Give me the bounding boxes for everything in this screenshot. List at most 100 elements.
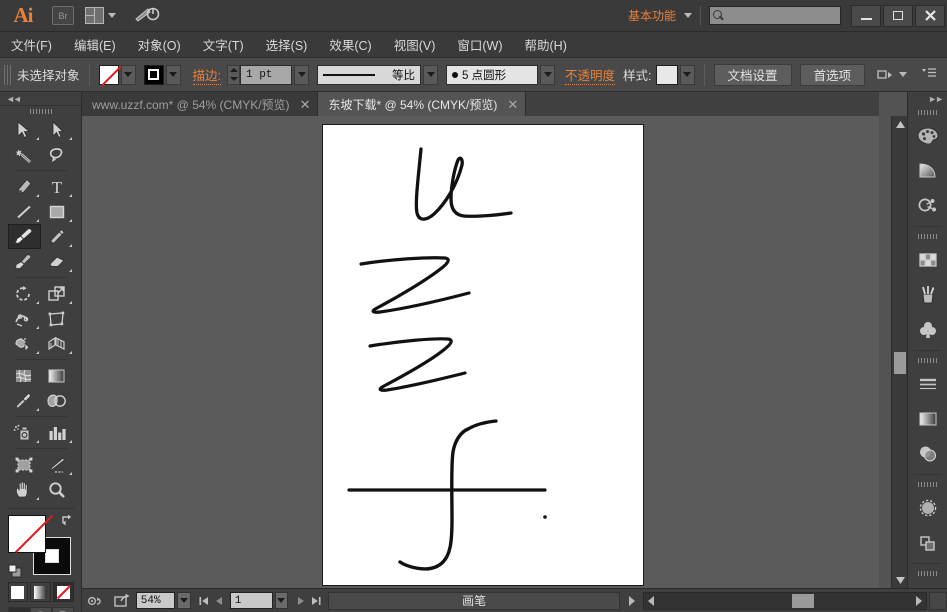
menu-view[interactable]: 视图(V) <box>383 32 447 57</box>
stroke-color-swatch[interactable] <box>143 64 164 85</box>
dock-group-grip[interactable] <box>908 354 947 366</box>
scale-tool[interactable] <box>41 281 74 306</box>
stroke-weight-stepper[interactable] <box>227 64 240 85</box>
width-tool[interactable] <box>8 306 41 331</box>
brush-definition-field[interactable]: 5 点圆形 <box>446 64 538 85</box>
artboard-tool[interactable] <box>8 452 41 477</box>
control-bar-grip[interactable] <box>4 64 12 85</box>
draw-behind-button[interactable] <box>29 607 52 612</box>
slice-tool[interactable] <box>41 452 74 477</box>
draw-normal-button[interactable] <box>7 607 30 612</box>
scroll-left-button[interactable] <box>644 592 658 610</box>
scroll-right-button[interactable] <box>912 592 926 610</box>
status-text[interactable]: 画笔 <box>328 591 621 610</box>
eyedropper-tool[interactable] <box>8 388 41 413</box>
type-tool[interactable]: T <box>41 174 74 199</box>
tools-panel-grip[interactable] <box>0 106 81 117</box>
menu-type[interactable]: 文字(T) <box>192 32 255 57</box>
maximize-button[interactable] <box>883 4 913 27</box>
color-guide-panel-button[interactable] <box>908 153 947 188</box>
stroke-panel-button[interactable] <box>908 366 947 401</box>
bridge-icon[interactable]: Br <box>52 6 74 25</box>
preferences-button[interactable]: 首选项 <box>799 63 866 86</box>
menu-window[interactable]: 窗口(W) <box>446 32 513 57</box>
default-fill-stroke-icon[interactable] <box>8 564 22 578</box>
hand-tool[interactable] <box>8 477 41 502</box>
vertical-scroll-thumb[interactable] <box>894 352 906 374</box>
menu-effect[interactable]: 效果(C) <box>318 32 382 57</box>
document-setup-button[interactable]: 文档设置 <box>713 63 792 86</box>
rotate-tool[interactable] <box>8 281 41 306</box>
artboard-number-input[interactable]: 1 <box>229 592 273 609</box>
horizontal-scroll-thumb[interactable] <box>792 593 815 608</box>
graphic-style-swatch[interactable] <box>655 64 678 85</box>
tab-close-icon[interactable]: ✕ <box>300 98 311 111</box>
gradient-button[interactable] <box>30 582 51 602</box>
previous-artboard-button[interactable] <box>212 592 227 610</box>
arrange-documents-button[interactable] <box>80 5 120 27</box>
menu-help[interactable]: 帮助(H) <box>514 32 578 57</box>
zoom-level-input[interactable]: 54% <box>135 592 176 609</box>
none-button[interactable] <box>52 582 74 602</box>
symbols-panel-button[interactable] <box>908 312 947 347</box>
brush-definition-dropdown[interactable] <box>540 64 555 85</box>
variable-width-profile[interactable]: 等比 <box>317 64 421 85</box>
menu-file[interactable]: 文件(F) <box>0 32 63 57</box>
close-button[interactable] <box>915 4 945 27</box>
resize-grip[interactable] <box>929 591 947 610</box>
swap-fill-stroke-icon[interactable] <box>60 513 74 527</box>
zoom-tool[interactable] <box>41 477 74 502</box>
shape-builder-tool[interactable] <box>8 331 41 356</box>
align-to-selection-button[interactable] <box>877 68 908 82</box>
edit-artboards-button[interactable] <box>85 592 104 610</box>
gradient-tool[interactable] <box>41 363 74 388</box>
align-panel-button[interactable] <box>908 525 947 560</box>
last-artboard-button[interactable] <box>308 592 323 610</box>
stroke-dropdown-button[interactable] <box>165 64 181 85</box>
stroke-weight-input[interactable]: 1 pt <box>240 64 292 85</box>
scroll-down-button[interactable] <box>892 572 908 588</box>
fill-dropdown-button[interactable] <box>120 64 136 85</box>
graphic-style-dropdown[interactable] <box>679 64 695 85</box>
swatches-panel-button[interactable] <box>908 242 947 277</box>
stroke-weight-dropdown[interactable] <box>294 64 309 85</box>
workspace-switcher[interactable]: 基本功能 <box>620 7 680 24</box>
direct-selection-tool[interactable] <box>41 117 74 142</box>
dock-group-grip[interactable] <box>908 567 947 579</box>
transparency-panel-button[interactable] <box>908 436 947 471</box>
lasso-tool[interactable] <box>41 142 74 167</box>
dock-group-grip[interactable] <box>908 478 947 490</box>
canvas-area[interactable] <box>82 116 879 588</box>
artboard-number-dropdown[interactable] <box>274 592 289 609</box>
zoom-level-dropdown[interactable] <box>177 592 191 609</box>
first-artboard-button[interactable] <box>197 592 212 610</box>
fill-color-swatch[interactable] <box>98 64 119 85</box>
status-menu-button[interactable] <box>624 592 639 610</box>
gradient-panel-button[interactable] <box>908 401 947 436</box>
document-tab-2[interactable]: 东坡下载* @ 54% (CMYK/预览) ✕ <box>318 92 527 116</box>
toolbar-fill-swatch[interactable] <box>7 515 46 553</box>
line-segment-tool[interactable] <box>8 199 41 224</box>
column-graph-tool[interactable] <box>41 420 74 445</box>
canvas-horizontal-scrollbar[interactable] <box>643 591 928 610</box>
magic-wand-tool[interactable] <box>8 142 41 167</box>
expand-dock-icon[interactable]: ►► <box>928 94 944 104</box>
scroll-up-button[interactable] <box>892 116 908 132</box>
menu-object[interactable]: 对象(O) <box>127 32 192 57</box>
dock-group-grip[interactable] <box>908 106 947 118</box>
color-panel-button[interactable] <box>908 118 947 153</box>
dock-group-grip[interactable] <box>908 230 947 242</box>
collapse-panel-icon[interactable]: ◄◄ <box>6 94 22 104</box>
menu-select[interactable]: 选择(S) <box>255 32 319 57</box>
width-profile-dropdown[interactable] <box>423 64 438 85</box>
blob-brush-tool[interactable] <box>8 249 41 274</box>
document-tab-1[interactable]: www.uzzf.com* @ 54% (CMYK/预览) ✕ <box>82 92 319 116</box>
pen-tool[interactable] <box>8 174 41 199</box>
artboard[interactable] <box>322 124 644 586</box>
opacity-label[interactable]: 不透明度 <box>565 65 616 85</box>
draw-inside-button[interactable] <box>51 607 74 612</box>
search-input[interactable] <box>709 6 841 25</box>
share-on-behance-button[interactable] <box>112 592 131 610</box>
stroke-label[interactable]: 描边: <box>192 65 221 85</box>
paintbrush-tool[interactable] <box>7 224 41 249</box>
